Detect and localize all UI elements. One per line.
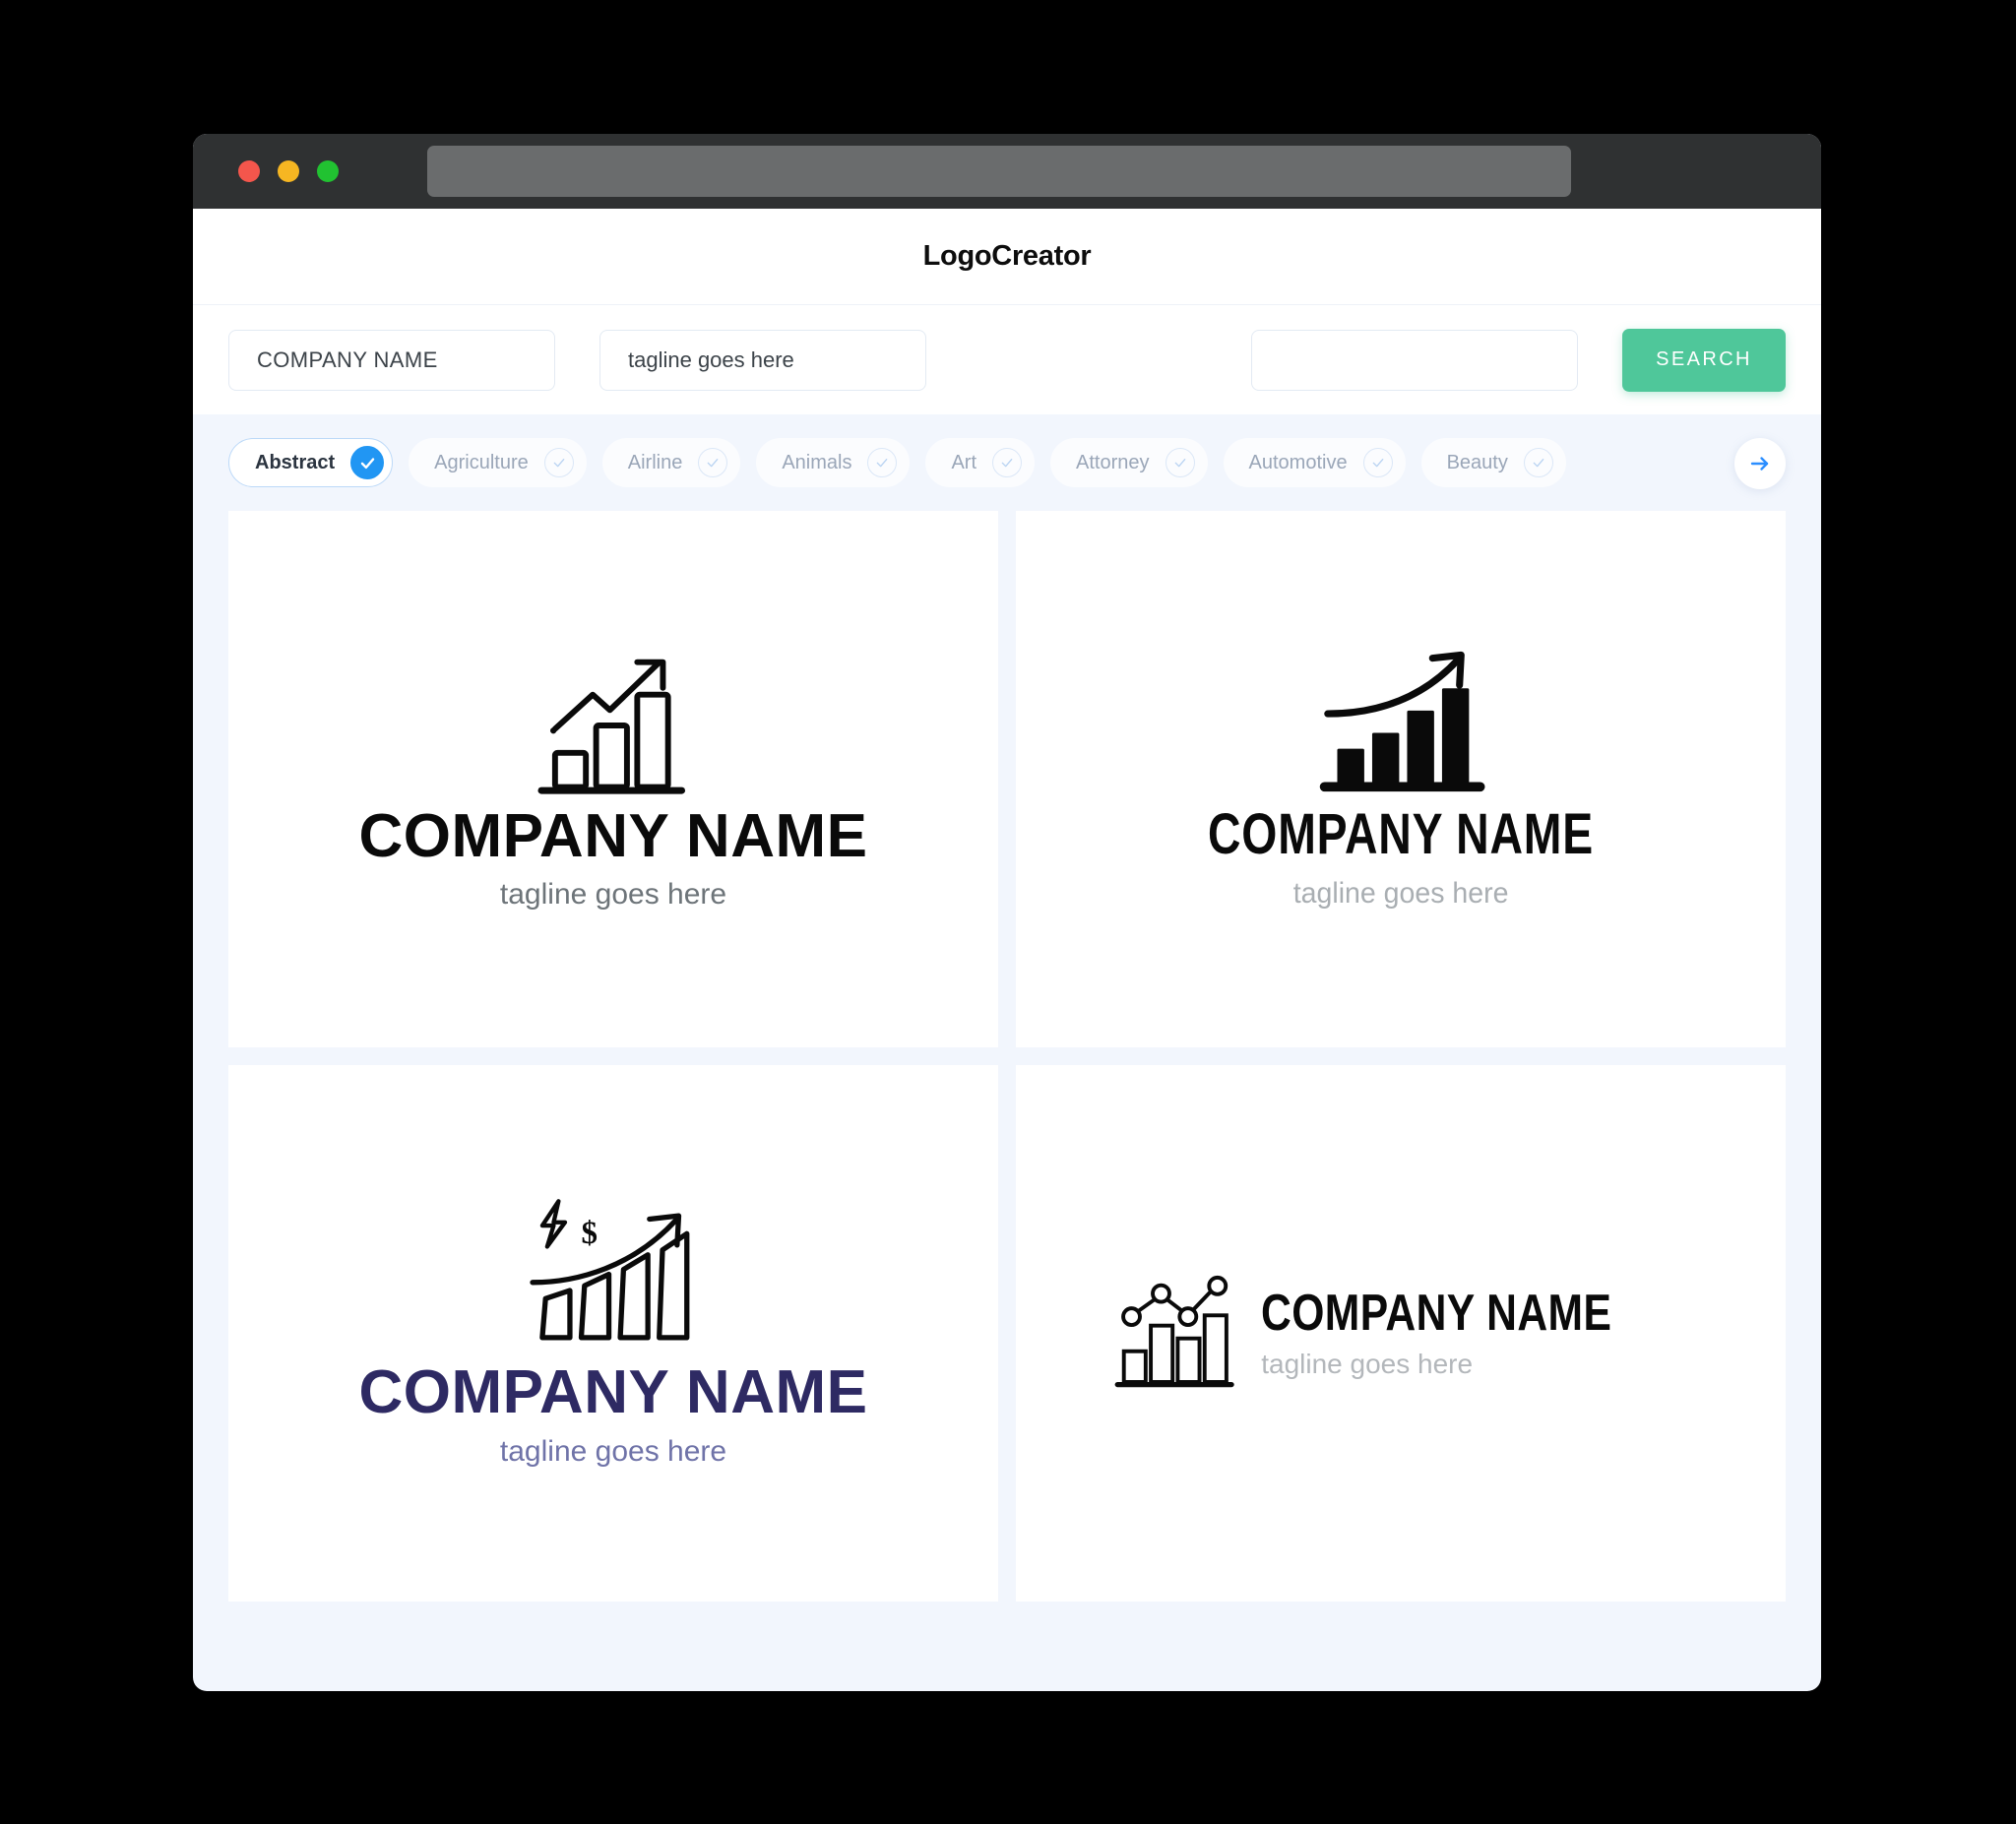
logo-results-grid: COMPANY NAME tagline goes here COMPANY N… <box>193 511 1821 1637</box>
logo-company-name: COMPANY NAME <box>1261 1285 1612 1343</box>
logo-text-column: COMPANY NAME tagline goes here <box>1261 1287 1689 1380</box>
category-pill-abstract[interactable]: Abstract <box>228 438 394 487</box>
check-icon <box>543 448 574 477</box>
category-label: Beauty <box>1446 451 1508 473</box>
check-icon <box>1523 448 1553 477</box>
category-pill-art[interactable]: Art <box>925 438 1036 487</box>
check-icon <box>992 448 1023 477</box>
category-pill-agriculture[interactable]: Agriculture <box>409 438 587 487</box>
check-icon <box>867 448 898 477</box>
keyword-input[interactable] <box>1251 329 1578 391</box>
logo-company-name: COMPANY NAME <box>358 801 868 870</box>
maximize-window-icon[interactable] <box>317 160 339 182</box>
logo-preview-1: COMPANY NAME tagline goes here <box>359 647 868 912</box>
category-label: Agriculture <box>434 451 529 473</box>
category-pill-automotive[interactable]: Automotive <box>1223 438 1406 487</box>
search-toolbar: SEARCH <box>193 305 1821 414</box>
logo-tagline: tagline goes here <box>499 878 727 912</box>
category-label: Art <box>951 451 977 473</box>
category-pill-animals[interactable]: Animals <box>756 438 911 487</box>
logo-card-3[interactable]: $ COMPANY NAME tagline goes here <box>228 1065 998 1602</box>
solid-bar-chart-curved-arrow-icon <box>1319 651 1485 792</box>
browser-titlebar <box>193 134 1821 209</box>
close-window-icon[interactable] <box>238 160 260 182</box>
app-title: LogoCreator <box>922 240 1092 272</box>
category-pill-attorney[interactable]: Attorney <box>1050 438 1208 487</box>
company-name-input[interactable] <box>228 329 555 391</box>
logo-preview-2: COMPANY NAME tagline goes here <box>1160 648 1642 911</box>
svg-text:$: $ <box>581 1217 598 1252</box>
arrow-right-icon <box>1750 457 1769 471</box>
category-label: Automotive <box>1248 451 1348 473</box>
search-button[interactable]: SEARCH <box>1622 328 1786 392</box>
logo-preview-3: $ COMPANY NAME tagline goes here <box>359 1198 868 1468</box>
check-icon <box>1165 448 1195 477</box>
outline-bar-chart-dot-line-icon <box>1114 1275 1234 1388</box>
category-label: Airline <box>627 451 683 473</box>
screen: LogoCreator SEARCH Abstract Agriculture <box>0 0 2016 1824</box>
category-pill-airline[interactable]: Airline <box>601 438 741 487</box>
logo-card-4[interactable]: COMPANY NAME tagline goes here <box>1016 1065 1786 1602</box>
category-label: Animals <box>782 451 852 473</box>
category-filter-bar: Abstract Agriculture Airline Animals Art… <box>193 414 1821 511</box>
minimize-window-icon[interactable] <box>278 160 299 182</box>
outline-bar-chart-bolt-dollar-arrow-icon: $ <box>529 1199 689 1341</box>
logo-card-2[interactable]: COMPANY NAME tagline goes here <box>1016 511 1786 1047</box>
category-label: Abstract <box>255 451 336 473</box>
app-header: LogoCreator <box>193 209 1821 305</box>
logo-tagline: tagline goes here <box>1261 1348 1474 1379</box>
browser-window: LogoCreator SEARCH Abstract Agriculture <box>193 134 1821 1691</box>
logo-tagline: tagline goes here <box>1292 876 1509 910</box>
logo-tagline: tagline goes here <box>499 1434 727 1468</box>
traffic-light-buttons <box>238 160 339 182</box>
check-icon <box>698 448 728 477</box>
next-categories-button[interactable] <box>1734 438 1786 489</box>
logo-preview-4: COMPANY NAME tagline goes here <box>1112 1272 1689 1395</box>
check-icon <box>350 446 385 479</box>
url-bar[interactable] <box>427 146 1571 197</box>
logo-company-name: COMPANY NAME <box>358 1358 868 1427</box>
check-icon <box>1362 448 1393 477</box>
category-pill-beauty[interactable]: Beauty <box>1420 438 1566 487</box>
logo-card-1[interactable]: COMPANY NAME tagline goes here <box>228 511 998 1047</box>
outline-bar-chart-zigzag-arrow-icon <box>537 659 686 794</box>
logo-company-name: COMPANY NAME <box>1208 802 1594 867</box>
tagline-input[interactable] <box>599 329 926 391</box>
category-label: Attorney <box>1076 451 1150 473</box>
